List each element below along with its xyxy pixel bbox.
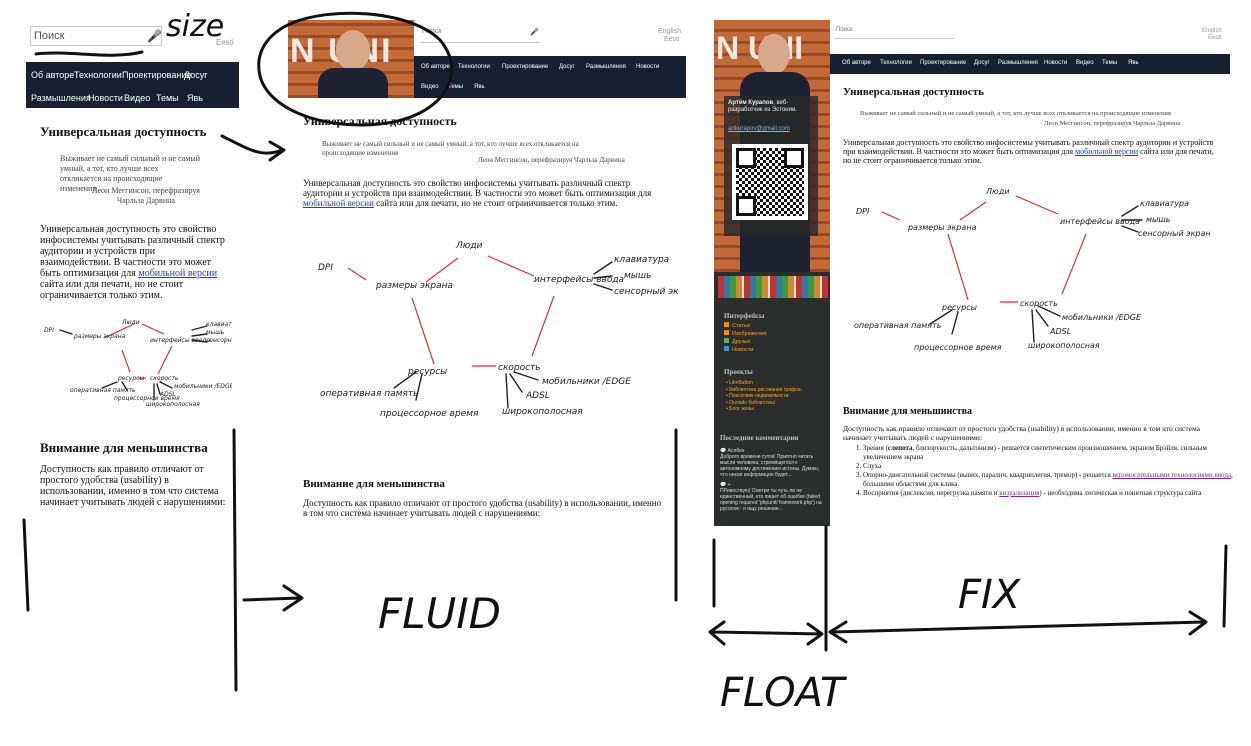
size-circle	[257, 11, 454, 127]
narrow-width-line-left	[22, 518, 30, 612]
fix-line-right	[1222, 544, 1228, 628]
arrow-to-title	[220, 134, 286, 162]
narrow-width-line-right	[232, 428, 238, 692]
handdrawn-annotations: size FLUID FIX FLOAT	[22, 9, 1228, 716]
annotation-size: size	[166, 9, 224, 44]
float-arrow	[708, 620, 824, 646]
annotation-fluid: FLUID	[378, 589, 501, 638]
search-underline-scribble	[34, 50, 144, 57]
annotation-float: FLOAT	[720, 670, 848, 716]
annotation-fix: FIX	[958, 572, 1022, 618]
fluid-arrow	[242, 584, 304, 612]
